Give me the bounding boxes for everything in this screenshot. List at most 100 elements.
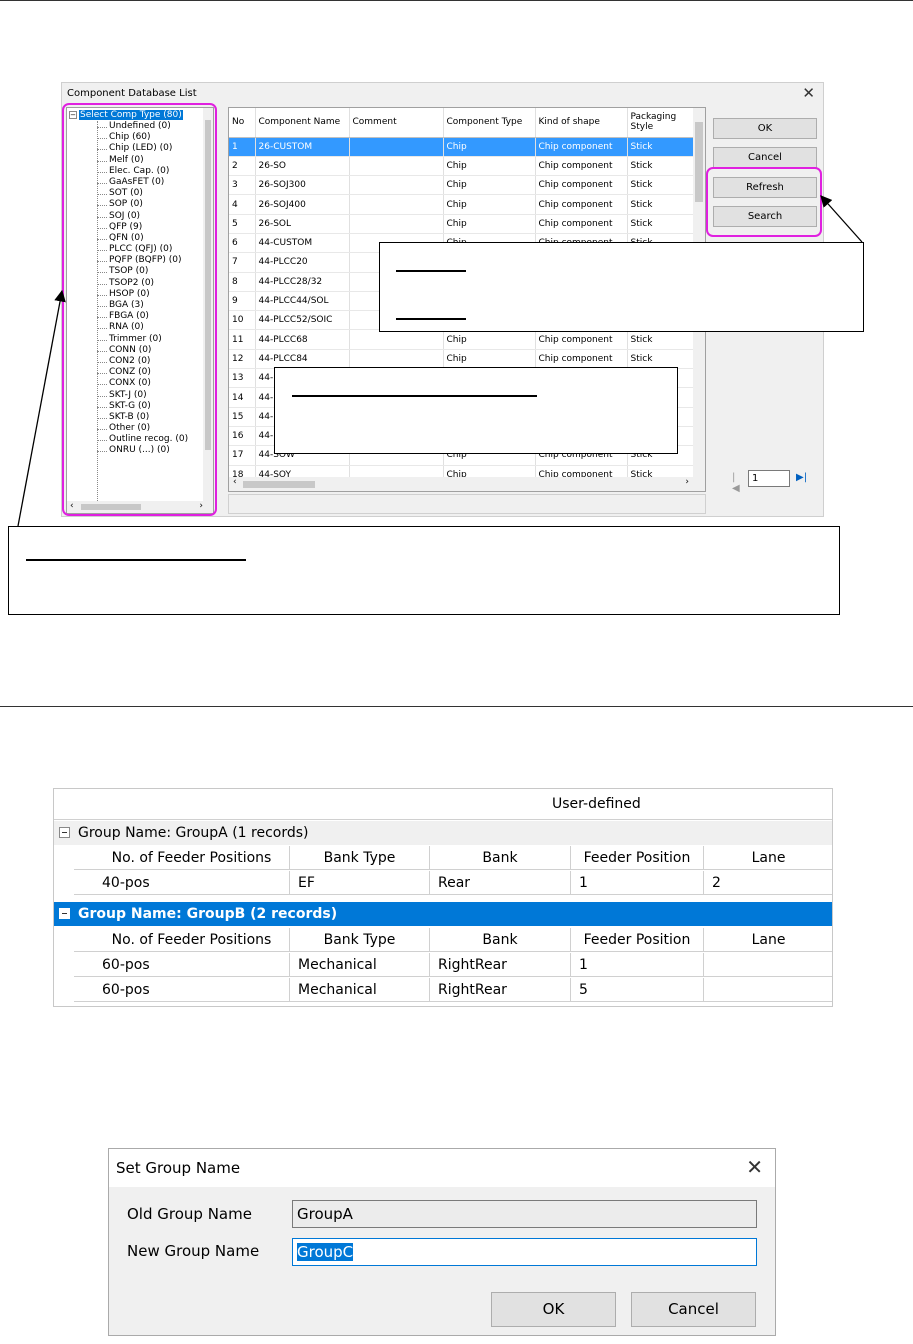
cancel-button[interactable]: Cancel (713, 147, 817, 168)
table-cell: 44-PLCC20 (255, 252, 350, 273)
close-icon[interactable]: ✕ (746, 1155, 763, 1179)
column-header: Bank (430, 928, 571, 952)
table-cell: 44-PLCC44/SOL (255, 291, 350, 312)
table-cell: 44-PLCC28/32 (255, 272, 350, 292)
dialog-ok-button[interactable]: OK (491, 1292, 616, 1327)
table-cell: Mechanical (290, 978, 430, 1002)
table-cell: 1 (571, 953, 704, 977)
table-row[interactable]: 1 26-CUSTOM Chip Chip component Stick (229, 137, 694, 157)
table-cell (349, 137, 444, 157)
collapse-icon[interactable] (59, 827, 70, 838)
table-cell: Stick (627, 194, 694, 215)
table-cell: 44-PLCC84 (255, 349, 350, 370)
table-cell: 40-pos (94, 871, 290, 895)
buttons-highlight (706, 167, 822, 237)
column-header: Feeder Position (571, 928, 704, 952)
group-grid[interactable]: User-defined Group Name: GroupA (1 recor… (53, 788, 833, 1007)
grid-footer (228, 494, 706, 514)
collapse-icon[interactable] (59, 908, 70, 919)
table-cell (704, 953, 832, 977)
top-rule (0, 0, 913, 1)
column-header-row: No. of Feeder Positions Bank Type Bank Feed… (74, 928, 832, 952)
table-cell: 17 (229, 445, 256, 466)
grid-horizontal-scrollbar[interactable]: ‹ › (229, 477, 705, 491)
table-cell: 14 (229, 387, 256, 408)
last-page-icon[interactable]: ▶| (796, 472, 807, 483)
column-header: Bank Type (290, 846, 430, 870)
table-row[interactable]: 60-pos Mechanical RightRear 1 (74, 953, 832, 977)
table-cell: 6 (229, 233, 256, 254)
table-cell: 3 (229, 175, 256, 196)
tree-highlight (62, 103, 217, 516)
column-header[interactable]: Component Type (443, 108, 536, 138)
table-cell: Stick (627, 349, 694, 370)
column-header: Bank (430, 846, 571, 870)
old-group-name-field: GroupA (292, 1200, 757, 1228)
table-cell (349, 175, 444, 196)
column-header[interactable]: Component Name (255, 108, 350, 138)
table-cell: 9 (229, 291, 256, 312)
table-cell: Chip component (535, 329, 628, 350)
table-cell: EF (290, 871, 430, 895)
table-cell: 1 (571, 871, 704, 895)
table-cell: 26-CUSTOM (255, 137, 350, 157)
table-cell: Chip component (535, 214, 628, 234)
table-cell: 44-PLCC68 (255, 329, 350, 350)
table-cell: Chip (443, 329, 536, 350)
table-cell: Stick (627, 329, 694, 350)
table-cell: 2 (704, 871, 832, 895)
table-row[interactable]: 2 26-SO Chip Chip component Stick (229, 156, 694, 177)
table-cell: 26-SO (255, 156, 350, 177)
column-header-row: No. of Feeder Positions Bank Type Bank Feed… (74, 846, 832, 870)
table-cell: Chip (443, 156, 536, 177)
column-header: Bank Type (290, 928, 430, 952)
table-row[interactable]: 11 44-PLCC68 Chip Chip component Stick (229, 329, 694, 350)
first-page-icon[interactable]: |◀ (732, 472, 740, 494)
table-cell: 15 (229, 407, 256, 427)
table-cell: RightRear (430, 953, 571, 977)
table-cell (349, 349, 444, 370)
arrow-to-buttons (820, 195, 863, 243)
grid-top-header: User-defined (54, 789, 832, 820)
table-row[interactable]: 4 26-SOJ400 Chip Chip component Stick (229, 194, 694, 215)
table-cell: 44-CUSTOM (255, 233, 350, 254)
ok-button[interactable]: OK (713, 118, 817, 139)
table-cell: 44-PLCC52/SOIC (255, 310, 350, 331)
close-icon[interactable]: ✕ (802, 84, 815, 102)
column-header: Feeder Position (571, 846, 704, 870)
table-cell: Chip (443, 175, 536, 196)
page-input[interactable]: 1 (748, 470, 790, 487)
table-cell: 60-pos (94, 953, 290, 977)
table-cell: 13 (229, 368, 256, 389)
column-header[interactable]: No (229, 108, 256, 138)
table-cell: Chip component (535, 194, 628, 215)
column-header: No. of Feeder Positions (94, 846, 290, 870)
set-group-name-dialog: Set Group Name ✕ Old Group Name GroupA N… (108, 1148, 776, 1336)
table-cell: RightRear (430, 978, 571, 1002)
new-group-name-input[interactable]: GroupC (292, 1238, 757, 1266)
table-row[interactable]: 40-pos EF Rear 1 2 (74, 871, 832, 895)
scroll-right-icon[interactable]: › (685, 477, 689, 487)
table-row[interactable]: 60-pos Mechanical RightRear 5 (74, 978, 832, 1002)
table-row[interactable]: 5 26-SOL Chip Chip component Stick (229, 214, 694, 234)
group-header-b[interactable]: Group Name: GroupB (2 records) (54, 902, 832, 926)
column-header[interactable]: Packaging Style (627, 108, 694, 138)
dialog-cancel-button[interactable]: Cancel (631, 1292, 756, 1327)
table-cell: Rear (430, 871, 571, 895)
table-cell (349, 194, 444, 215)
table-cell: 2 (229, 156, 256, 177)
column-header: No. of Feeder Positions (94, 928, 290, 952)
column-header: Lane (704, 846, 832, 870)
table-row[interactable]: 12 44-PLCC84 Chip Chip component Stick (229, 349, 694, 370)
table-cell: 5 (571, 978, 704, 1002)
column-header: Lane (704, 928, 832, 952)
column-header[interactable]: Kind of shape (535, 108, 628, 138)
scroll-left-icon[interactable]: ‹ (233, 477, 237, 487)
column-header[interactable]: Comment (349, 108, 444, 138)
table-cell: 5 (229, 214, 256, 234)
table-row[interactable]: 3 26-SOJ300 Chip Chip component Stick (229, 175, 694, 196)
group-header-a[interactable]: Group Name: GroupA (1 records) (54, 821, 832, 845)
group-title: Group Name: GroupA (1 records) (78, 825, 309, 841)
table-cell: Chip (443, 214, 536, 234)
table-cell (349, 156, 444, 177)
